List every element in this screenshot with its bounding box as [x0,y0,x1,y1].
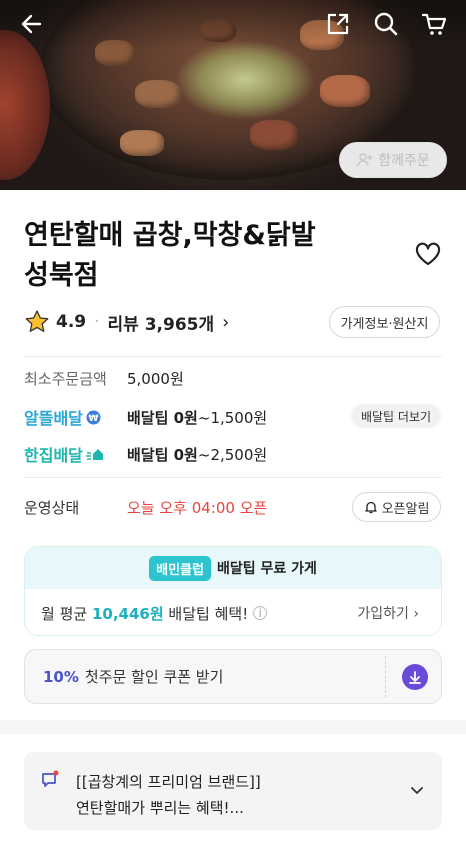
club-join-link[interactable]: 가입하기 › [357,603,419,623]
store-title-line1: 연탄할매 곱창,막창&닭발 [24,220,316,251]
single-delivery-text: 한집배달 [24,446,83,465]
cart-icon[interactable] [420,10,448,38]
club-header-text: 배달팁 무료 가게 [216,561,317,577]
economy-delivery-text: 알뜰배달 [24,409,83,428]
food-piece [250,120,298,150]
food-piece [135,80,181,108]
food-piece [120,130,164,156]
review-count: 리뷰 3,965개 [107,314,215,335]
store-title-line2: 성북점 [24,260,99,291]
home-fast-icon [85,449,103,460]
notice-line1: [[곱창계의 프리미엄 브랜드]] [76,773,261,791]
store-title: 연탄할매 곱창,막창&닭발 성북점 [24,216,384,296]
bell-icon [364,501,377,514]
rating-value: 4.9 [56,312,87,332]
baemin-club-badge: 배민클럽 [149,555,211,581]
club-body-prefix: 월 평균 [41,604,88,623]
rating-review-row[interactable]: 4.9 · 리뷰 3,965개 › [24,306,229,338]
divider [24,477,442,478]
chevron-down-icon[interactable] [409,782,425,798]
star-icon [25,310,49,332]
economy-delivery-label: 알뜰배달 ₩ [24,405,101,429]
store-notice-card[interactable]: [[곱창계의 프리미엄 브랜드]] 연탄할매가 뿌리는 혜택!... [24,752,442,830]
back-arrow-icon[interactable] [18,10,46,38]
single-delivery-fee: 배달팁 0원~2,500원 [127,444,267,465]
single-fee-range: ~2,500원 [197,446,268,464]
club-card-body: 월 평균 10,446원 배달팁 혜택! i 가입하기 › [25,589,441,635]
single-delivery-label: 한집배달 [24,442,104,466]
group-order-button[interactable]: 함께주문 [339,142,447,178]
operation-status-value: 오늘 오후 04:00 오픈 [127,499,268,517]
operation-status-label: 운영상태 [24,499,80,517]
divider [24,356,442,357]
coupon-percent: 10% [43,667,79,686]
download-icon[interactable] [402,664,428,690]
chevron-right-icon: › [222,311,230,333]
club-body-suffix: 배달팁 혜택! [168,604,249,623]
share-icon[interactable] [324,10,352,38]
section-separator [0,720,466,734]
megaphone-icon [42,770,59,787]
store-hero-image: 함께주문 [0,0,466,190]
svg-text:₩: ₩ [88,414,98,424]
store-info-origin-button[interactable]: 가게정보·원산지 [329,306,440,338]
single-fee-bold: 배달팁 0원 [127,446,198,464]
baemin-club-card[interactable]: 배민클럽 배달팁 무료 가게 월 평균 10,446원 배달팁 혜택! i 가입… [24,546,442,636]
info-icon[interactable]: i [253,606,268,620]
economy-fee-bold: 배달팁 0원 [127,409,198,427]
coupon-divider [385,656,386,698]
open-alarm-label: 오픈알림 [381,501,430,517]
food-piece [320,75,370,107]
club-join-label: 가입하기 [357,606,409,622]
won-badge-icon: ₩ [86,410,101,424]
coupon-text: 첫주문 할인 쿠폰 받기 [84,668,224,686]
delivery-tip-more-button[interactable]: 배달팁 더보기 [351,404,441,428]
first-order-coupon[interactable]: 10% 첫주문 할인 쿠폰 받기 [24,649,442,704]
notice-line2: 연탄할매가 뿌리는 혜택!... [76,799,244,817]
economy-delivery-fee: 배달팁 0원~1,500원 [127,407,267,428]
min-order-label: 최소주문금액 [24,370,107,388]
open-alarm-button[interactable]: 오픈알림 [352,492,441,522]
favorite-heart-icon[interactable] [414,240,442,268]
club-body-amount: 10,446원 [91,604,164,623]
search-icon[interactable] [372,10,400,38]
separator-dot: · [94,312,100,332]
group-order-label: 함께주문 [378,153,430,169]
add-person-icon [357,153,373,167]
green-onion-garnish [175,40,315,120]
min-order-value: 5,000원 [127,370,184,388]
club-card-header: 배민클럽 배달팁 무료 가게 [25,547,441,589]
economy-fee-range: ~1,500원 [197,409,268,427]
